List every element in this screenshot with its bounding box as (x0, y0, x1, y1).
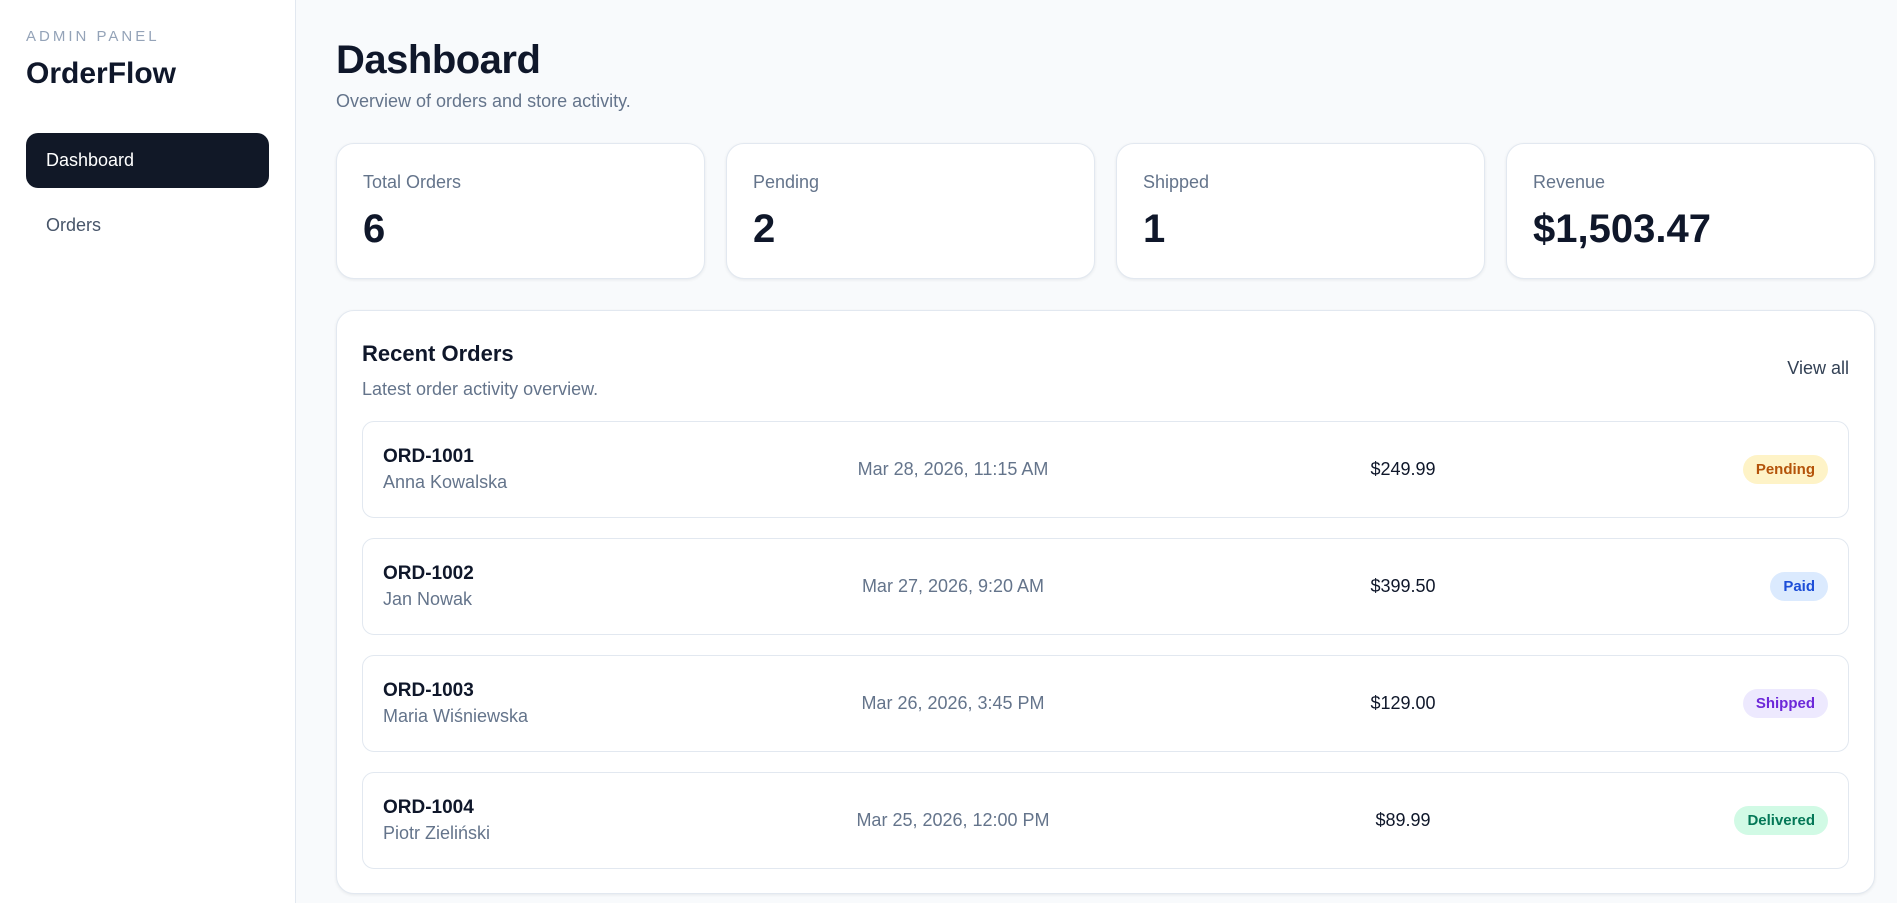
order-date: Mar 25, 2026, 12:00 PM (856, 810, 1050, 830)
stat-label: Shipped (1143, 172, 1210, 192)
sidebar-nav: Dashboard Orders (26, 133, 269, 253)
stat-label: Total Orders (363, 172, 462, 192)
order-id: ORD-1003 (383, 680, 474, 701)
stat-card-pending: Pending 2 (726, 143, 1095, 279)
order-status-cell: Paid (1663, 572, 1828, 601)
order-id: ORD-1002 (383, 563, 474, 584)
page-subtitle: Overview of orders and store activity. (336, 91, 631, 111)
status-badge: Shipped (1742, 689, 1828, 718)
panel-header: Recent Orders Latest order activity over… (362, 341, 1849, 400)
order-total: $89.99 (1375, 810, 1431, 830)
brand-name: OrderFlow (26, 57, 177, 90)
view-all-link[interactable]: View all (1787, 358, 1849, 379)
order-customer: Piotr Zieliński (383, 823, 491, 843)
order-customer: Maria Wiśniewska (383, 706, 529, 726)
order-identity: ORD-1001 Anna Kowalska (383, 446, 763, 493)
order-row[interactable]: ORD-1002 Jan Nowak Mar 27, 2026, 9:20 AM… (362, 538, 1849, 635)
brand-kicker: ADMIN PANEL (26, 28, 160, 45)
stat-card-shipped: Shipped 1 (1116, 143, 1485, 279)
status-badge: Pending (1742, 455, 1828, 484)
order-identity: ORD-1003 Maria Wiśniewska (383, 680, 763, 727)
order-row[interactable]: ORD-1004 Piotr Zieliński Mar 25, 2026, 1… (362, 772, 1849, 869)
order-row[interactable]: ORD-1003 Maria Wiśniewska Mar 26, 2026, … (362, 655, 1849, 752)
stat-card-total-orders: Total Orders 6 (336, 143, 705, 279)
order-date: Mar 26, 2026, 3:45 PM (861, 693, 1045, 713)
stat-value: 1 (1143, 207, 1166, 251)
order-identity: ORD-1002 Jan Nowak (383, 563, 763, 610)
page-title: Dashboard (336, 38, 541, 82)
order-date: Mar 27, 2026, 9:20 AM (861, 576, 1045, 596)
stat-value: 2 (753, 207, 776, 251)
stat-value: 6 (363, 207, 386, 251)
order-status-cell: Shipped (1663, 689, 1828, 718)
sidebar: ADMIN PANEL OrderFlow Dashboard Orders (0, 0, 296, 903)
recent-orders-panel: Recent Orders Latest order activity over… (336, 310, 1875, 894)
sidebar-item-label: Dashboard (46, 150, 135, 170)
stat-value: $1,503.47 (1533, 207, 1711, 251)
order-id: ORD-1004 (383, 797, 474, 818)
stats-row: Total Orders 6 Pending 2 Shipped 1 Reven… (336, 143, 1875, 279)
sidebar-item-label: Orders (46, 215, 102, 235)
stat-label: Pending (753, 172, 820, 192)
panel-heading: Recent Orders Latest order activity over… (362, 341, 598, 400)
order-date: Mar 28, 2026, 11:15 AM (857, 459, 1049, 479)
stat-label: Revenue (1533, 172, 1606, 192)
order-status-cell: Pending (1663, 455, 1828, 484)
stat-card-revenue: Revenue $1,503.47 (1506, 143, 1875, 279)
status-badge: Delivered (1734, 806, 1828, 835)
status-badge: Paid (1770, 572, 1828, 601)
order-total: $249.99 (1370, 459, 1436, 479)
order-identity: ORD-1004 Piotr Zieliński (383, 797, 763, 844)
order-customer: Jan Nowak (383, 589, 473, 609)
main-content: Dashboard Overview of orders and store a… (296, 0, 1897, 903)
order-customer: Anna Kowalska (383, 472, 508, 492)
sidebar-item-dashboard[interactable]: Dashboard (26, 133, 269, 188)
order-row[interactable]: ORD-1001 Anna Kowalska Mar 28, 2026, 11:… (362, 421, 1849, 518)
panel-subtitle: Latest order activity overview. (362, 379, 599, 399)
panel-title: Recent Orders (362, 341, 514, 366)
order-total: $399.50 (1370, 576, 1436, 596)
order-total: $129.00 (1370, 693, 1436, 713)
order-status-cell: Delivered (1663, 806, 1828, 835)
order-id: ORD-1001 (383, 446, 474, 467)
order-list: ORD-1001 Anna Kowalska Mar 28, 2026, 11:… (362, 421, 1849, 869)
sidebar-item-orders[interactable]: Orders (26, 198, 269, 253)
